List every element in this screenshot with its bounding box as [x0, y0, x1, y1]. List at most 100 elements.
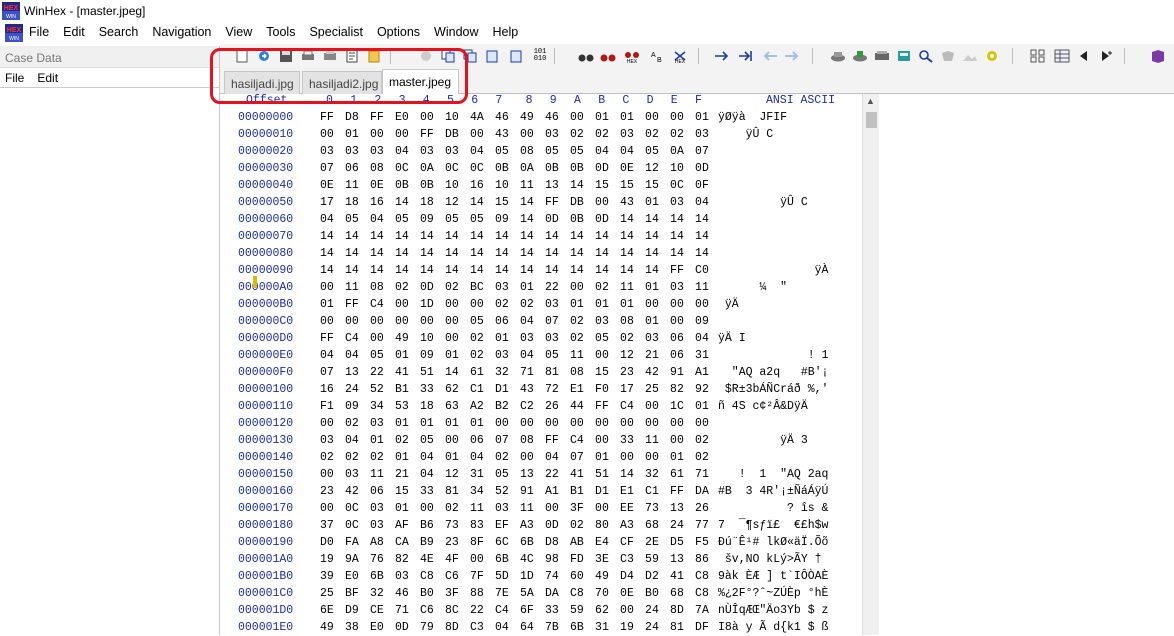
- row-bytes[interactable]: 04 04 05 01 09 01 02 03 04 05 11 00 12 2…: [320, 347, 709, 364]
- hex-row[interactable]: 00000090 14 14 14 14 14 14 14 14 14 14 14…: [224, 262, 862, 279]
- hex-row[interactable]: 00000080 14 14 14 14 14 14 14 14 14 14 14…: [224, 245, 862, 262]
- row-bytes[interactable]: 14 14 14 14 14 14 14 14 14 14 14 14 14 1…: [320, 245, 709, 262]
- document-hex-icon[interactable]: HEX WIN: [5, 24, 23, 42]
- next-icon[interactable]: [1098, 48, 1114, 64]
- scroll-up-icon[interactable]: ▲: [866, 96, 875, 106]
- grid-view-icon[interactable]: [1054, 48, 1070, 64]
- menu-view[interactable]: View: [225, 25, 252, 39]
- row-bytes[interactable]: 00 03 11 21 04 12 31 05 13 22 41 51 14 3…: [320, 466, 709, 483]
- row-bytes[interactable]: 25 BF 32 46 B0 3F 88 7E 5A DA C8 70 0E B…: [320, 585, 709, 602]
- hex-row[interactable]: 00000120 00 02 03 01 01 01 01 00 00 00 00…: [224, 415, 862, 432]
- hex-row[interactable]: 000001A0 19 9A 76 82 4E 4F 00 6B 4C 98 FD…: [224, 551, 862, 568]
- row-bytes[interactable]: 16 24 52 B1 33 62 C1 D1 43 72 E1 F0 17 2…: [320, 381, 709, 398]
- row-bytes[interactable]: 00 11 08 02 0D 02 BC 03 01 22 00 02 11 0…: [320, 279, 709, 296]
- hex-row[interactable]: 000000B0 01 FF C4 00 1D 00 00 02 02 03 01…: [224, 296, 862, 313]
- row-bytes[interactable]: 39 E0 6B 03 C8 C6 7F 5D 1D 74 60 49 D4 D…: [320, 568, 709, 585]
- hex-row[interactable]: 00000070 14 14 14 14 14 14 14 14 14 14 14…: [224, 228, 862, 245]
- row-bytes[interactable]: 6E D9 CE 71 C6 8C 22 C4 6F 33 59 62 00 2…: [320, 602, 709, 619]
- hex-editor-view[interactable]: Offset 0123456789ABCDEF ANSI ASCII 00000…: [224, 94, 862, 635]
- case-menu-file[interactable]: File: [5, 71, 24, 87]
- back-arrow-icon[interactable]: [762, 48, 778, 64]
- row-bytes[interactable]: FF D8 FF E0 00 10 4A 46 49 46 00 01 01 0…: [320, 109, 709, 126]
- find-text-icon[interactable]: [578, 48, 594, 64]
- paste-icon[interactable]: [484, 48, 500, 64]
- calculator-icon[interactable]: [896, 48, 912, 64]
- hex-row[interactable]: 00000170 00 0C 03 01 00 02 11 03 11 00 3F…: [224, 500, 862, 517]
- row-bytes[interactable]: 0E 11 0E 0B 0B 10 16 10 11 13 14 15 15 1…: [320, 177, 709, 194]
- help-book-icon[interactable]: [1150, 48, 1166, 64]
- hex-row[interactable]: 000001D0 6E D9 CE 71 C6 8C 22 C4 6F 33 59…: [224, 602, 862, 619]
- hex-row[interactable]: 000000C0 00 00 00 00 00 00 05 06 04 07 02…: [224, 313, 862, 330]
- hex-row[interactable]: 00000060 04 05 04 05 09 05 05 09 14 0D 0B…: [224, 211, 862, 228]
- scrollbar-thumb[interactable]: [866, 112, 877, 128]
- replace-text-icon[interactable]: HEX: [624, 48, 640, 64]
- hex-row[interactable]: 000000F0 07 13 22 41 51 14 61 32 71 81 08…: [224, 364, 862, 381]
- settings-gear-icon[interactable]: [984, 48, 1000, 64]
- row-bytes[interactable]: 14 14 14 14 14 14 14 14 14 14 14 14 14 1…: [320, 262, 709, 279]
- image-icon[interactable]: [962, 48, 978, 64]
- forward-arrow-icon[interactable]: [784, 48, 800, 64]
- menu-navigation[interactable]: Navigation: [152, 25, 211, 39]
- replace-hex-icon[interactable]: AB: [648, 48, 664, 64]
- row-bytes[interactable]: 23 42 06 15 33 81 34 52 91 A1 B1 D1 E1 C…: [320, 483, 709, 500]
- menu-options[interactable]: Options: [377, 25, 420, 39]
- hex-row[interactable]: 00000100 16 24 52 B1 33 62 C1 D1 43 72 E1…: [224, 381, 862, 398]
- row-bytes[interactable]: 03 04 01 02 05 00 06 07 08 FF C4 00 33 1…: [320, 432, 709, 449]
- row-bytes[interactable]: D0 FA A8 CA B9 23 8F 6C 6B D8 AB E4 CF 2…: [320, 534, 709, 551]
- row-bytes[interactable]: 07 13 22 41 51 14 61 32 71 81 08 15 23 4…: [320, 364, 709, 381]
- hex-row[interactable]: 00000150 00 03 11 21 04 12 31 05 13 22 41…: [224, 466, 862, 483]
- hex-row[interactable]: 00000180 37 0C 03 AF B6 73 83 EF A3 0D 02…: [224, 517, 862, 534]
- row-bytes[interactable]: 00 02 03 01 01 01 01 00 00 00 00 00 00 0…: [320, 415, 709, 432]
- menu-help[interactable]: Help: [493, 25, 519, 39]
- hex-row[interactable]: 00000040 0E 11 0E 0B 0B 10 16 10 11 13 14…: [224, 177, 862, 194]
- row-bytes[interactable]: 03 03 03 04 03 03 04 05 08 05 05 04 04 0…: [320, 143, 709, 160]
- hex-row[interactable]: 00000030 07 06 08 0C 0A 0C 0C 0B 0A 0B 0B…: [224, 160, 862, 177]
- hex-row[interactable]: 00000050 17 18 16 14 18 12 14 15 14 FF DB…: [224, 194, 862, 211]
- row-bytes[interactable]: 01 FF C4 00 1D 00 00 02 02 03 01 01 01 0…: [320, 296, 709, 313]
- row-bytes[interactable]: 00 0C 03 01 00 02 11 03 11 00 3F 00 EE 7…: [320, 500, 709, 517]
- menu-search[interactable]: Search: [99, 25, 139, 39]
- row-bytes[interactable]: 14 14 14 14 14 14 14 14 14 14 14 14 14 1…: [320, 228, 709, 245]
- row-bytes[interactable]: FF C4 00 49 10 00 02 01 03 03 02 05 02 0…: [320, 330, 709, 347]
- row-bytes[interactable]: 00 00 00 00 00 00 05 06 04 07 02 03 08 0…: [320, 313, 709, 330]
- paste-zero-icon[interactable]: [508, 48, 524, 64]
- ram-icon[interactable]: [874, 48, 890, 64]
- row-bytes[interactable]: 02 02 02 01 04 01 04 02 00 04 07 01 00 0…: [320, 449, 709, 466]
- row-bytes[interactable]: 00 01 00 00 FF DB 00 43 00 03 02 02 03 0…: [320, 126, 709, 143]
- hex-row[interactable]: 00000160 23 42 06 15 33 81 34 52 91 A1 B1…: [224, 483, 862, 500]
- hex-row[interactable]: 000001E0 49 38 E0 0D 79 8D C3 04 64 7B 6B…: [224, 619, 862, 636]
- case-menu-edit[interactable]: Edit: [37, 71, 58, 87]
- go-to-offset-icon[interactable]: [714, 48, 730, 64]
- menu-tools[interactable]: Tools: [266, 25, 295, 39]
- menu-window[interactable]: Window: [434, 25, 478, 39]
- row-bytes[interactable]: F1 09 34 53 18 63 A2 B2 C2 26 44 FF C4 0…: [320, 398, 709, 415]
- hex-row[interactable]: 00000190 D0 FA A8 CA B9 23 8F 6C 6B D8 AB…: [224, 534, 862, 551]
- go-to-end-icon[interactable]: [738, 48, 754, 64]
- row-bytes[interactable]: 04 05 04 05 09 05 05 09 14 0D 0B 0D 14 1…: [320, 211, 709, 228]
- hex-row[interactable]: 00000130 03 04 01 02 05 00 06 07 08 FF C4…: [224, 432, 862, 449]
- menu-edit[interactable]: Edit: [63, 25, 85, 39]
- tree-view-icon[interactable]: [1030, 48, 1046, 64]
- hex-row[interactable]: 00000000 FF D8 FF E0 00 10 4A 46 49 46 00…: [224, 109, 862, 126]
- row-bytes[interactable]: 19 9A 76 82 4E 4F 00 6B 4C 98 FD 3E C3 5…: [320, 551, 709, 568]
- menu-file[interactable]: File: [29, 25, 49, 39]
- hex-row[interactable]: 00000010 00 01 00 00 FF DB 00 43 00 03 02…: [224, 126, 862, 143]
- previous-icon[interactable]: [1076, 48, 1092, 64]
- hex-row[interactable]: 00000140 02 02 02 01 04 01 04 02 00 04 07…: [224, 449, 862, 466]
- zoom-icon[interactable]: [918, 48, 934, 64]
- row-bytes[interactable]: 49 38 E0 0D 79 8D C3 04 64 7B 6B 31 19 2…: [320, 619, 709, 636]
- hex-row[interactable]: 00000020 03 03 03 04 03 03 04 05 08 05 05…: [224, 143, 862, 160]
- menu-specialist[interactable]: Specialist: [309, 25, 363, 39]
- hex-row[interactable]: 00000110 F1 09 34 53 18 63 A2 B2 C2 26 44…: [224, 398, 862, 415]
- open-disk-icon[interactable]: [852, 48, 868, 64]
- hex-row[interactable]: 000000E0 04 04 05 01 09 01 02 03 04 05 11…: [224, 347, 862, 364]
- row-bytes[interactable]: 37 0C 03 AF B6 73 83 EF A3 0D 02 80 A3 6…: [320, 517, 709, 534]
- disk-icon[interactable]: [830, 48, 846, 64]
- hex-row[interactable]: 000000A0 00 11 08 02 0D 02 BC 03 01 22 00…: [224, 279, 862, 296]
- search-again-icon[interactable]: HEX: [672, 48, 688, 64]
- find-hex-icon[interactable]: [600, 48, 616, 64]
- hex-row[interactable]: 000001B0 39 E0 6B 03 C8 C6 7F 5D 1D 74 60…: [224, 568, 862, 585]
- row-bytes[interactable]: 07 06 08 0C 0A 0C 0C 0B 0A 0B 0B 0D 0E 1…: [320, 160, 709, 177]
- vertical-scrollbar[interactable]: ▲: [862, 94, 879, 635]
- write-binary-icon[interactable]: 101 010: [532, 48, 548, 64]
